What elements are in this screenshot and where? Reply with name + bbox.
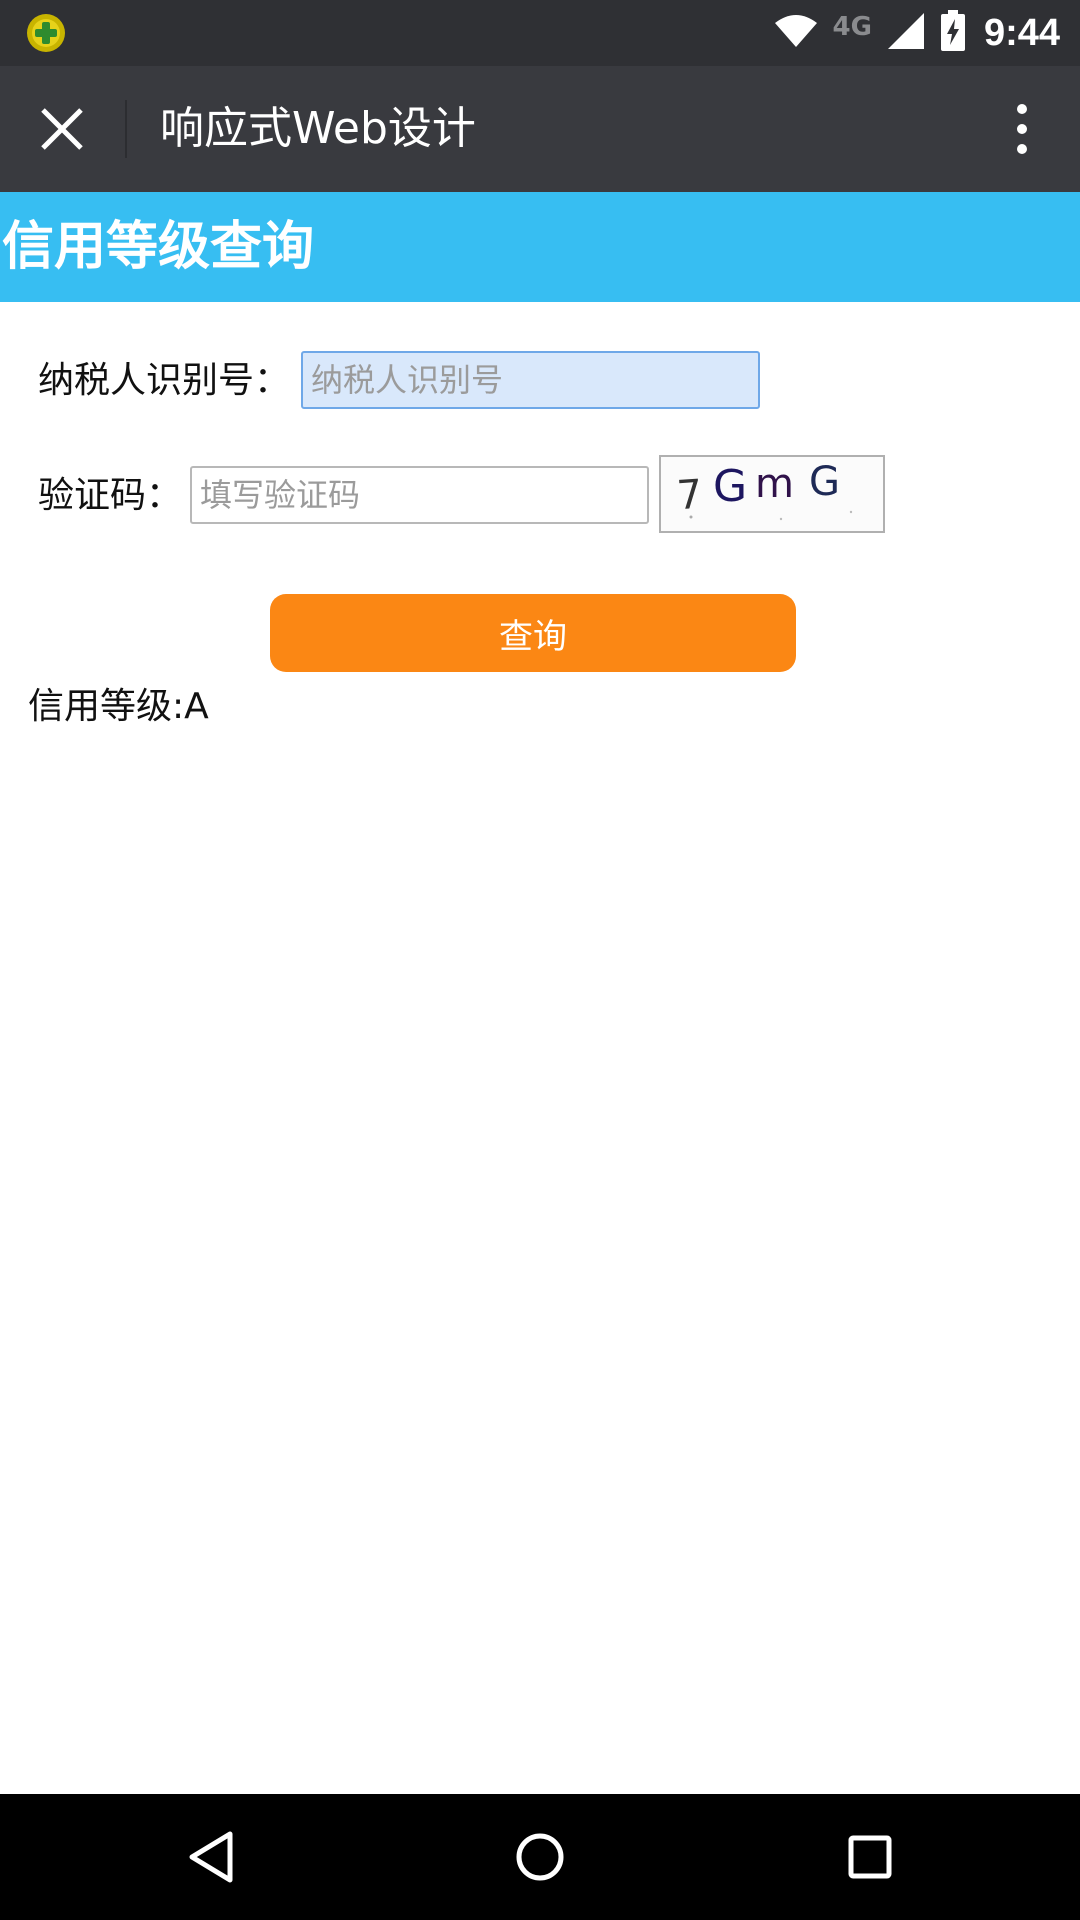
taxpayer-id-label: 纳税人识别号：: [38, 360, 291, 401]
captcha-image[interactable]: 7 G m G: [659, 455, 885, 533]
svg-text:G: G: [809, 459, 840, 505]
network-type-label: 4G: [832, 12, 872, 42]
credit-rating-result: 信用等级:A: [28, 686, 209, 727]
svg-text:7: 7: [675, 472, 704, 520]
more-vertical-icon: [1017, 104, 1027, 154]
back-button[interactable]: [176, 1822, 246, 1892]
captcha-label: 验证码：: [38, 475, 183, 516]
svg-text:G: G: [713, 461, 747, 512]
page-title: 信用等级查询: [2, 217, 315, 277]
wifi-icon: [773, 13, 819, 53]
taxpayer-id-input[interactable]: [301, 351, 760, 409]
query-button[interactable]: 查询: [270, 594, 796, 672]
app-360-icon: [26, 13, 66, 57]
captcha-input[interactable]: [190, 466, 649, 524]
recents-icon: [848, 1835, 892, 1879]
home-icon: [516, 1833, 564, 1881]
captcha-text-graphic: 7 G m G: [675, 459, 853, 521]
cellular-signal-icon: [886, 11, 926, 55]
close-icon: [41, 108, 83, 150]
svg-text:m: m: [755, 461, 794, 507]
toolbar-title: 响应式Web设计: [160, 103, 476, 154]
recents-button[interactable]: [835, 1822, 905, 1892]
home-button[interactable]: [505, 1822, 575, 1892]
system-nav-bar: [0, 1794, 1080, 1920]
toolbar-divider: [125, 100, 127, 158]
close-button[interactable]: [24, 95, 100, 163]
back-icon: [189, 1831, 233, 1883]
more-menu-button[interactable]: [994, 95, 1050, 163]
page-header: 信用等级查询: [0, 192, 1080, 302]
battery-charging-icon: [940, 10, 966, 56]
status-bar: 4G 9:44: [0, 0, 1080, 66]
clock-time: 9:44: [983, 11, 1060, 54]
app-toolbar: 响应式Web设计: [0, 66, 1080, 192]
